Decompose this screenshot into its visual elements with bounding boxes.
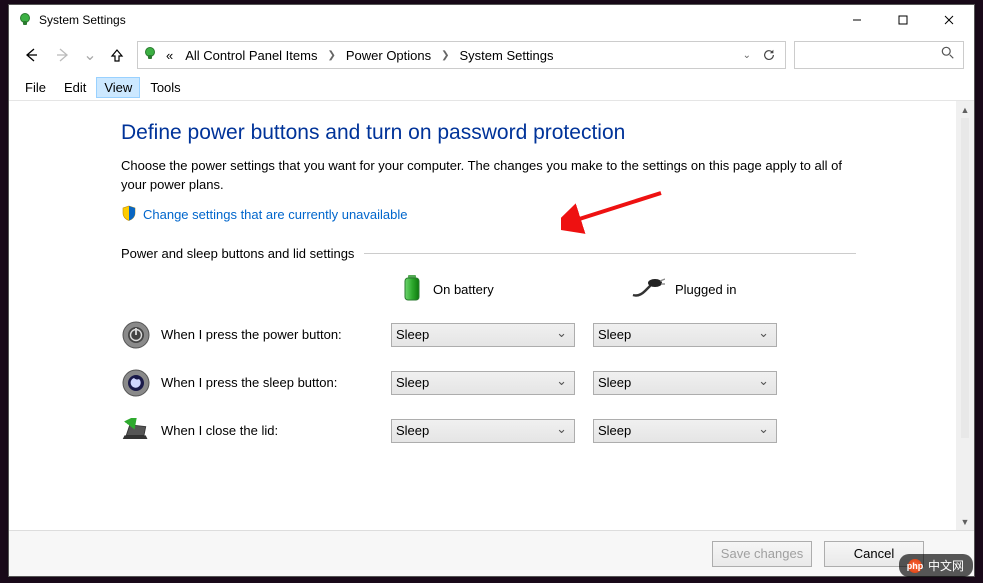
refresh-button[interactable] bbox=[757, 48, 781, 62]
watermark-text: 中文网 bbox=[928, 557, 964, 574]
scroll-down-button[interactable]: ▼ bbox=[957, 513, 974, 530]
change-settings-link[interactable]: Change settings that are currently unava… bbox=[143, 207, 408, 222]
app-icon bbox=[17, 12, 33, 28]
close-button[interactable] bbox=[926, 5, 972, 35]
breadcrumb-root[interactable]: « bbox=[162, 46, 177, 65]
plug-icon bbox=[631, 277, 665, 302]
page-title: Define power buttons and turn on passwor… bbox=[121, 121, 856, 145]
lid-battery-select[interactable]: Sleep bbox=[391, 419, 575, 443]
column-label: Plugged in bbox=[675, 282, 736, 297]
scroll-up-button[interactable]: ▲ bbox=[957, 101, 974, 118]
bottom-bar: Save changes Cancel bbox=[9, 530, 974, 576]
shield-icon bbox=[121, 205, 137, 224]
row-label: When I press the sleep button: bbox=[161, 375, 391, 390]
content-area: Define power buttons and turn on passwor… bbox=[9, 101, 974, 530]
sleep-button-icon bbox=[121, 368, 151, 398]
scroll-thumb[interactable] bbox=[961, 118, 969, 438]
nav-toolbar: ⌄ « All Control Panel Items ❯ Power Opti… bbox=[9, 35, 974, 75]
column-label: On battery bbox=[433, 282, 494, 297]
breadcrumb-item[interactable]: Power Options bbox=[342, 46, 435, 65]
row-power-button: When I press the power button: Sleep Sle… bbox=[121, 320, 856, 350]
change-settings-row: Change settings that are currently unava… bbox=[121, 205, 856, 224]
sleep-battery-select[interactable]: Sleep bbox=[391, 371, 575, 395]
menu-tools[interactable]: Tools bbox=[142, 77, 188, 98]
maximize-button[interactable] bbox=[880, 5, 926, 35]
save-button[interactable]: Save changes bbox=[712, 541, 812, 567]
window-title: System Settings bbox=[39, 13, 126, 27]
row-sleep-button: When I press the sleep button: Sleep Sle… bbox=[121, 368, 856, 398]
address-bar[interactable]: « All Control Panel Items ❯ Power Option… bbox=[137, 41, 786, 69]
vertical-scrollbar[interactable]: ▲ ▼ bbox=[956, 101, 974, 530]
row-label: When I close the lid: bbox=[161, 423, 391, 438]
minimize-button[interactable] bbox=[834, 5, 880, 35]
column-battery: On battery bbox=[401, 273, 541, 306]
watermark-logo: php bbox=[908, 559, 922, 573]
row-label: When I press the power button: bbox=[161, 327, 391, 342]
menu-file[interactable]: File bbox=[17, 77, 54, 98]
section-title: Power and sleep buttons and lid settings bbox=[121, 246, 354, 261]
up-button[interactable] bbox=[105, 43, 129, 67]
lid-plugged-select[interactable]: Sleep bbox=[593, 419, 777, 443]
search-input[interactable] bbox=[794, 41, 964, 69]
column-headers: On battery Plugged in bbox=[401, 273, 856, 306]
content-panel: Define power buttons and turn on passwor… bbox=[9, 101, 956, 530]
menubar: File Edit View Tools bbox=[9, 75, 974, 101]
sleep-plugged-select[interactable]: Sleep bbox=[593, 371, 777, 395]
app-icon-small bbox=[142, 46, 158, 65]
search-icon bbox=[941, 46, 955, 65]
back-button[interactable] bbox=[19, 43, 43, 67]
column-plugged: Plugged in bbox=[631, 277, 771, 302]
titlebar: System Settings bbox=[9, 5, 974, 35]
chevron-right-icon[interactable]: ❯ bbox=[439, 50, 451, 61]
battery-icon bbox=[401, 273, 423, 306]
row-close-lid: When I close the lid: Sleep Sleep bbox=[121, 416, 856, 446]
forward-button[interactable] bbox=[51, 43, 75, 67]
page-description: Choose the power settings that you want … bbox=[121, 157, 856, 195]
section-header: Power and sleep buttons and lid settings bbox=[121, 246, 856, 261]
system-settings-window: System Settings ⌄ « All Control Panel It… bbox=[8, 4, 975, 577]
power-plugged-select[interactable]: Sleep bbox=[593, 323, 777, 347]
menu-edit[interactable]: Edit bbox=[56, 77, 94, 98]
power-button-icon bbox=[121, 320, 151, 350]
power-battery-select[interactable]: Sleep bbox=[391, 323, 575, 347]
scroll-track[interactable] bbox=[961, 118, 969, 513]
divider bbox=[364, 253, 856, 254]
breadcrumb-item[interactable]: System Settings bbox=[456, 46, 558, 65]
chevron-down-icon[interactable]: ⌄ bbox=[741, 50, 753, 61]
watermark: php 中文网 bbox=[899, 554, 973, 577]
chevron-right-icon[interactable]: ❯ bbox=[325, 50, 337, 61]
laptop-lid-icon bbox=[121, 416, 151, 446]
recent-dropdown[interactable]: ⌄ bbox=[83, 43, 97, 67]
menu-view[interactable]: View bbox=[96, 77, 140, 98]
breadcrumb-item[interactable]: All Control Panel Items bbox=[181, 46, 321, 65]
